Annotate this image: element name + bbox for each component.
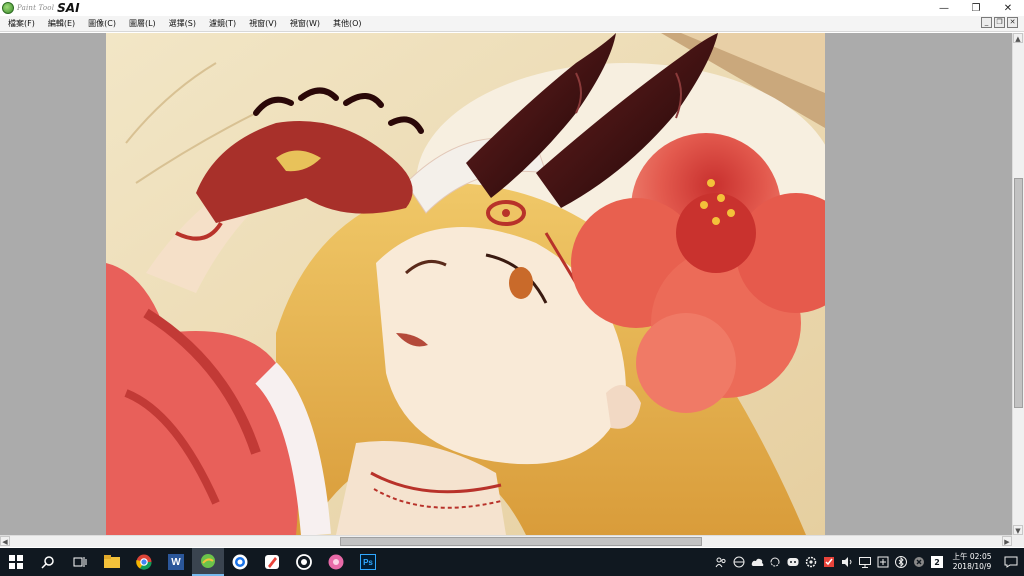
minimize-button[interactable]: — <box>928 0 960 16</box>
word-icon[interactable]: W <box>160 548 192 576</box>
scroll-right-arrow-icon[interactable]: ▶ <box>1002 536 1012 546</box>
paint-tool-sai-icon[interactable] <box>192 548 224 576</box>
notification-icon[interactable] <box>998 548 1024 576</box>
clock[interactable]: 上午 02:05 2018/10/9 <box>946 552 998 572</box>
vertical-scroll-thumb[interactable] <box>1014 178 1023 408</box>
clock-date: 2018/10/9 <box>952 562 992 571</box>
people-icon[interactable] <box>712 548 730 576</box>
pink-app-icon[interactable] <box>320 548 352 576</box>
antivirus-icon[interactable] <box>820 548 838 576</box>
keyboard-badge-label: 2 <box>931 556 943 568</box>
doc-minimize-button[interactable]: _ <box>981 17 992 28</box>
keyboard-badge-icon[interactable]: 2 <box>928 548 946 576</box>
bluetooth-icon[interactable] <box>892 548 910 576</box>
volume-icon[interactable] <box>838 548 856 576</box>
scroll-left-arrow-icon[interactable]: ◀ <box>0 536 10 546</box>
menu-filter[interactable]: 濾鏡(T) <box>209 18 236 29</box>
search-icon[interactable] <box>32 548 64 576</box>
app-logo: Paint Tool SAI <box>0 0 80 16</box>
power-off-icon[interactable] <box>910 548 928 576</box>
doc-restore-button[interactable]: ❐ <box>994 17 1005 28</box>
vertical-scrollbar[interactable]: ▲ ▼ <box>1012 33 1024 535</box>
photoshop-icon[interactable]: Ps <box>352 548 384 576</box>
logo-big-text: SAI <box>57 1 80 15</box>
chrome-alt-icon[interactable] <box>224 548 256 576</box>
pen-app-icon[interactable] <box>256 548 288 576</box>
circle-app-icon[interactable] <box>288 548 320 576</box>
menu-bar: 檔案(F) 編輯(E) 圖像(C) 圖層(L) 選擇(S) 濾鏡(T) 視窗(V… <box>0 16 1024 32</box>
network-globe-icon[interactable] <box>730 548 748 576</box>
scroll-down-arrow-icon[interactable]: ▼ <box>1013 525 1023 535</box>
menu-layer[interactable]: 圖層(L) <box>129 18 156 29</box>
menu-window[interactable]: 視窗(W) <box>290 18 320 29</box>
cloud-icon[interactable] <box>748 548 766 576</box>
menu-select[interactable]: 選擇(S) <box>169 18 196 29</box>
scroll-up-arrow-icon[interactable]: ▲ <box>1013 33 1023 43</box>
system-tray: 2 上午 02:05 2018/10/9 <box>712 548 1024 576</box>
menu-view[interactable]: 視窗(V) <box>249 18 277 29</box>
doc-close-button[interactable]: ✕ <box>1007 17 1018 28</box>
artwork-illustration <box>106 33 825 535</box>
horizontal-scrollbar[interactable]: ◀ ▶ <box>0 535 1012 547</box>
word-icon-label: W <box>168 554 184 570</box>
drawing-canvas[interactable] <box>106 33 825 535</box>
menu-edit[interactable]: 編輯(E) <box>48 18 75 29</box>
clock-time: 上午 02:05 <box>952 552 992 561</box>
settings-gear-icon[interactable] <box>802 548 820 576</box>
maximize-button[interactable]: ❐ <box>960 0 992 16</box>
menu-others[interactable]: 其他(O) <box>333 18 362 29</box>
scrollbar-corner <box>1012 535 1024 547</box>
menu-canvas[interactable]: 圖像(C) <box>88 18 116 29</box>
ime-icon[interactable] <box>874 548 892 576</box>
windows-start-icon[interactable] <box>0 548 32 576</box>
sync-icon[interactable] <box>766 548 784 576</box>
display-icon[interactable] <box>856 548 874 576</box>
document-window-controls: _ ❐ ✕ <box>981 17 1018 28</box>
photoshop-icon-label: Ps <box>360 554 376 570</box>
workspace <box>0 33 1012 535</box>
title-bar: Paint Tool SAI — ❐ ✕ <box>0 0 1024 16</box>
window-controls: — ❐ ✕ <box>928 0 1024 16</box>
task-view-icon[interactable] <box>64 548 96 576</box>
close-button[interactable]: ✕ <box>992 0 1024 16</box>
chrome-icon[interactable] <box>128 548 160 576</box>
file-explorer-icon[interactable] <box>96 548 128 576</box>
discord-icon[interactable] <box>784 548 802 576</box>
menu-file[interactable]: 檔案(F) <box>8 18 35 29</box>
horizontal-scroll-thumb[interactable] <box>340 537 702 546</box>
sai-logo-icon <box>2 2 14 14</box>
logo-small-text: Paint Tool <box>17 4 55 12</box>
